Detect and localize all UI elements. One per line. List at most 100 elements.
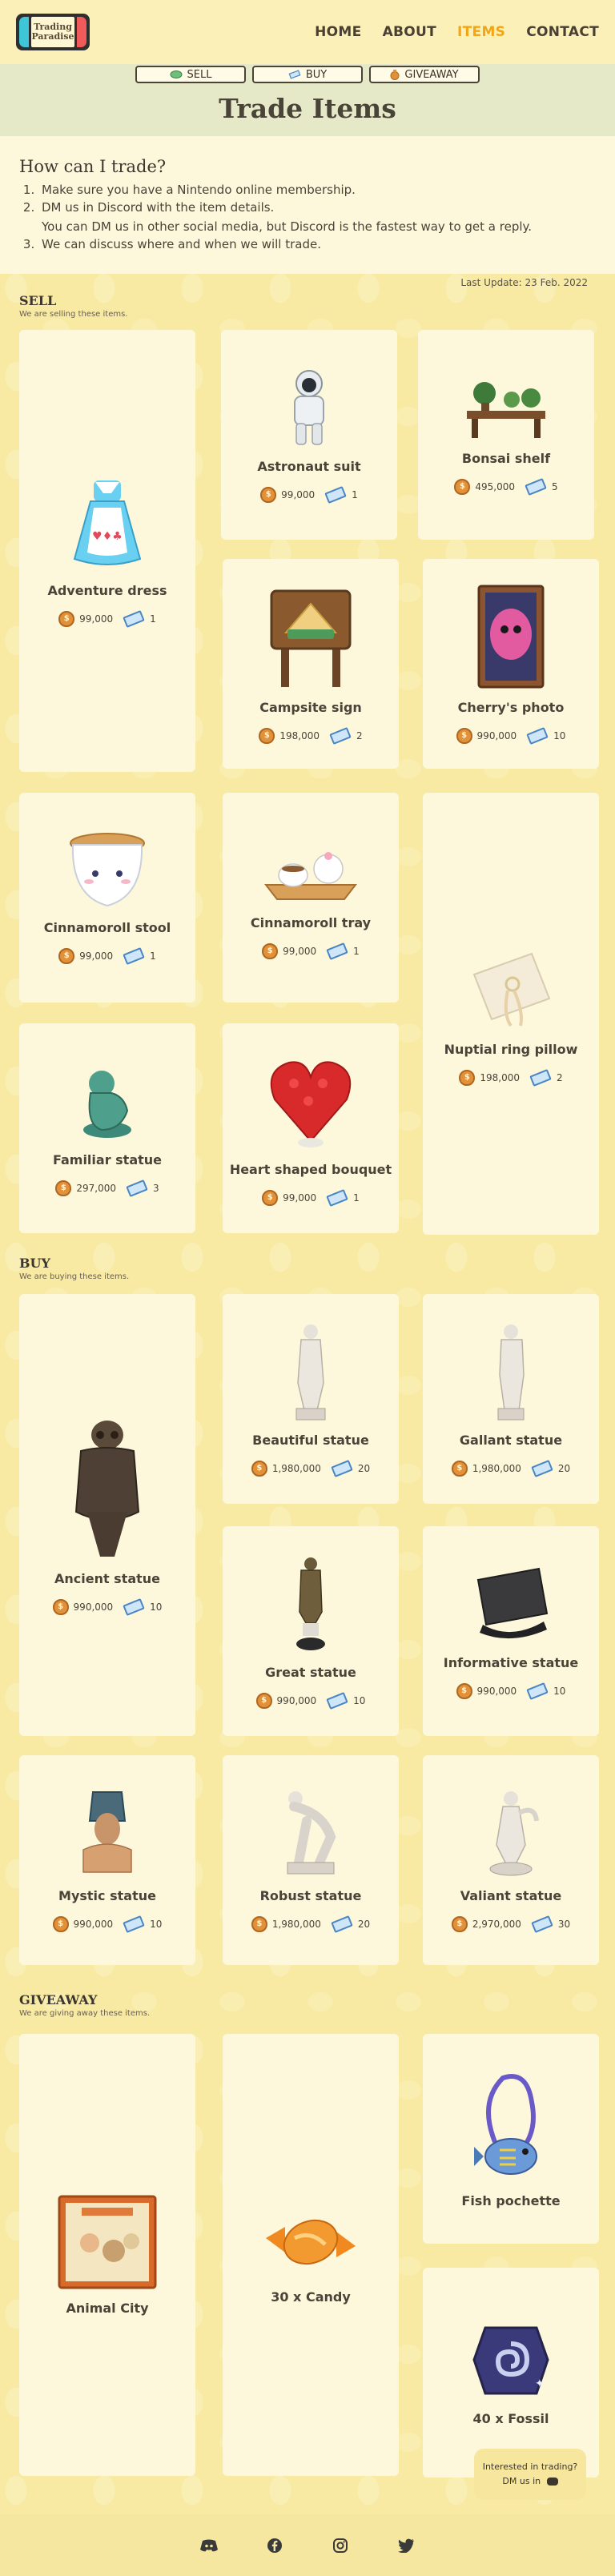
bell-price-value: 1,980,000 [472, 1462, 521, 1474]
item-prices: $99,000 1 [58, 946, 156, 965]
ticket-price-value: 20 [357, 1462, 371, 1474]
nav-link-contact[interactable]: CONTACT [526, 24, 599, 40]
bell-price: $990,000 [456, 727, 517, 744]
how-step-2-sub: You can DM us in other social media, but… [42, 219, 533, 234]
instagram-icon[interactable] [332, 2537, 349, 2554]
item-prices: $99,000 1 [262, 1188, 360, 1207]
bag-icon [390, 70, 400, 80]
ticket-price-value: 10 [553, 729, 566, 741]
bell-price-value: 99,000 [79, 950, 114, 962]
item-name: Nuptial ring pillow [444, 1041, 578, 1057]
item-card-heart-shaped-bouquet[interactable]: Heart shaped bouquet $99,000 1 [223, 1023, 399, 1233]
item-name: Heart shaped bouquet [229, 1161, 392, 1177]
bell-price-value: 198,000 [279, 729, 320, 741]
gallant-statue-image [487, 1322, 535, 1421]
bell-bag-icon: $ [260, 486, 277, 503]
top-nav: Trading Paradise HOME ABOUT ITEMS CONTAC… [0, 0, 615, 64]
bell-bag-icon: $ [251, 1460, 267, 1477]
bell-price: $198,000 [459, 1069, 520, 1086]
ticket-price-value: 1 [353, 945, 360, 957]
bell-price-value: 990,000 [276, 1694, 317, 1706]
item-card-astronaut-suit[interactable]: Astronaut suit $99,000 1 [221, 330, 397, 540]
item-card-beautiful-statue[interactable]: Beautiful statue $1,980,000 20 [223, 1294, 399, 1504]
item-name: Familiar statue [52, 1151, 163, 1167]
svg-text:♥♦♣: ♥♦♣ [92, 530, 123, 543]
bell-price: $99,000 [58, 610, 113, 627]
item-card-robust-statue[interactable]: Robust statue $1,980,000 20 [223, 1755, 399, 1965]
bonsai-shelf-image [462, 376, 550, 440]
item-card-campsite-sign[interactable]: Campsite sign $198,000 2 [223, 559, 399, 769]
item-card-fossil[interactable]: ✦ 40 x Fossil [423, 2268, 599, 2478]
tab-sell[interactable]: SELL [135, 66, 246, 83]
item-card-adventure-dress[interactable]: ♥♦♣ Adventure dress $99,000 1 [19, 330, 195, 772]
ticket-price: 2 [329, 726, 363, 745]
bell-price-value: 990,000 [73, 1918, 114, 1930]
item-card-valiant-statue[interactable]: Valiant statue $2,970,000 30 [423, 1755, 599, 1965]
chat-widget[interactable]: Interested in trading? DM us in [474, 2449, 586, 2500]
bell-price-value: 1,980,000 [271, 1918, 321, 1930]
item-card-cinnamoroll-stool[interactable]: Cinnamoroll stool $99,000 1 [19, 793, 195, 1003]
facebook-icon[interactable] [266, 2537, 283, 2554]
svg-text:✦: ✦ [535, 2377, 545, 2390]
ticket-price-value: 1 [353, 1192, 360, 1204]
item-card-great-statue[interactable]: Great statue $990,000 10 [223, 1526, 399, 1736]
nav-link-items[interactable]: ITEMS [457, 24, 505, 40]
ticket-price: 30 [531, 1915, 570, 1933]
logo-line2: Paradise [31, 31, 74, 42]
logo[interactable]: Trading Paradise [16, 14, 90, 50]
ticket-icon [326, 942, 348, 960]
bell-bag-icon: $ [58, 610, 75, 627]
ticket-price-value: 20 [357, 1918, 371, 1930]
bell-bag-icon: $ [451, 1460, 468, 1477]
item-card-cherrys-photo[interactable]: Cherry's photo $990,000 10 [423, 559, 599, 769]
item-card-informative-statue[interactable]: Informative statue $990,000 10 [423, 1526, 599, 1736]
adventure-dress-image: ♥♦♣ [71, 476, 143, 572]
bell-price-value: 99,000 [283, 945, 317, 957]
item-card-nuptial-ring-pillow[interactable]: Nuptial ring pillow $198,000 2 [423, 793, 599, 1235]
leaf-icon [170, 70, 183, 78]
bell-price: $99,000 [260, 486, 315, 503]
item-card-ancient-statue[interactable]: Ancient statue $990,000 10 [19, 1294, 195, 1736]
bell-price: $99,000 [58, 947, 114, 964]
item-name: Cinnamoroll tray [250, 914, 372, 930]
ticket-icon [331, 1915, 353, 1933]
item-card-cinnamoroll-tray[interactable]: Cinnamoroll tray $99,000 1 [223, 793, 399, 1003]
tab-giveaway[interactable]: GIVEAWAY [369, 66, 480, 83]
item-card-mystic-statue[interactable]: Mystic statue $990,000 10 [19, 1755, 195, 1965]
fossil-image: ✦ [471, 2320, 551, 2400]
twitter-icon[interactable] [397, 2537, 415, 2554]
item-name: Adventure dress [47, 582, 167, 598]
ticket-price-value: 1 [352, 488, 358, 500]
item-card-candy[interactable]: 30 x Candy [223, 2034, 399, 2476]
item-name: Animal City [66, 2300, 149, 2316]
chat-line1: Interested in trading? [482, 2461, 578, 2472]
buy-section-header: BUY We are buying these items. [19, 1256, 129, 1281]
tab-buy[interactable]: BUY [252, 66, 363, 83]
ticket-price: 10 [526, 1682, 565, 1700]
discord-icon[interactable] [200, 2537, 218, 2554]
how-step-3: We can discuss where and when we will tr… [38, 235, 596, 253]
item-card-gallant-statue[interactable]: Gallant statue $1,980,000 20 [423, 1294, 599, 1504]
nav-link-about[interactable]: ABOUT [383, 24, 436, 40]
ticket-price: 10 [123, 1915, 162, 1933]
item-card-fish-pochette[interactable]: Fish pochette [423, 2034, 599, 2244]
ticket-icon [123, 1915, 145, 1933]
ticket-icon [324, 485, 347, 504]
item-card-bonsai-shelf[interactable]: Bonsai shelf $495,000 5 [418, 330, 594, 540]
item-prices: $990,000 10 [456, 726, 566, 745]
fish-pochette-image [471, 2070, 551, 2182]
bell-bag-icon: $ [251, 1915, 267, 1932]
item-prices: $99,000 1 [262, 942, 360, 960]
item-card-familiar-statue[interactable]: Familiar statue $297,000 3 [19, 1023, 195, 1233]
ticket-price: 10 [326, 1691, 365, 1710]
nuptial-ring-pillow-image [463, 942, 559, 1031]
nav-link-home[interactable]: HOME [315, 24, 361, 40]
giveaway-desc: We are giving away these items. [19, 2009, 151, 2018]
animal-city-image [58, 2195, 157, 2289]
how-step-2-text: DM us in Discord with the item details. [42, 200, 275, 215]
item-card-animal-city[interactable]: Animal City [19, 2034, 195, 2476]
item-prices: $495,000 5 [454, 477, 558, 496]
giveaway-heading: GIVEAWAY [19, 1992, 98, 2007]
sell-section-header: SELL We are selling these items. [19, 293, 127, 319]
informative-statue-image [467, 1564, 555, 1644]
